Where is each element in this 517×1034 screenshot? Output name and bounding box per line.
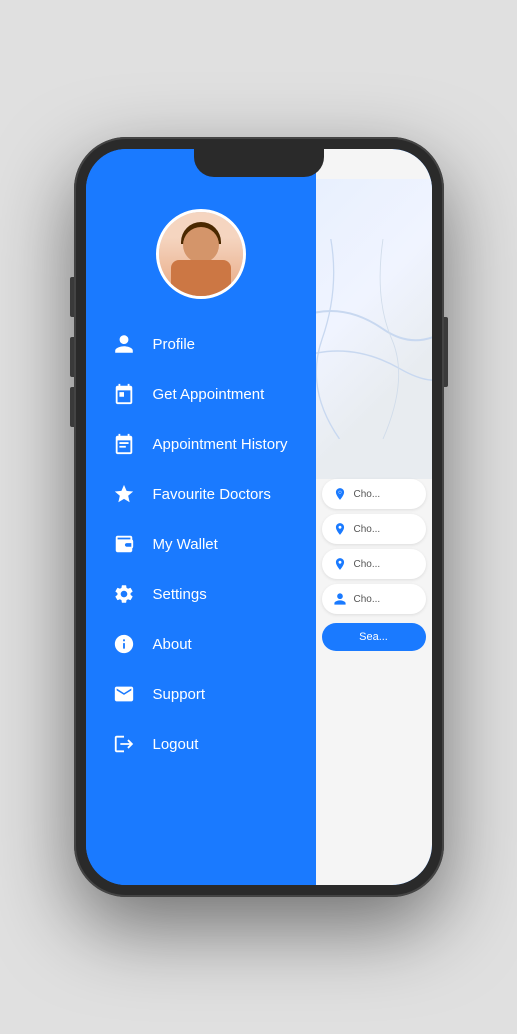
menu-label-settings: Settings: [153, 586, 207, 603]
menu-label-appointment-history: Appointment History: [153, 436, 288, 453]
menu-label-logout: Logout: [153, 736, 199, 753]
menu-item-about[interactable]: About: [96, 619, 306, 669]
search-button[interactable]: Sea...: [322, 623, 426, 651]
chip-choose-1[interactable]: Cho...: [322, 479, 426, 509]
chip-choose-2[interactable]: Cho...: [322, 514, 426, 544]
chip-text-3: Cho...: [354, 559, 381, 570]
menu-item-favourite-doctors[interactable]: Favourite Doctors: [96, 469, 306, 519]
drawer-menu: Profile Get Appointment Appointment Hist…: [86, 149, 316, 885]
calendar-icon: [111, 381, 137, 407]
wallet-icon: [111, 531, 137, 557]
gear-icon: [111, 581, 137, 607]
menu-label-my-wallet: My Wallet: [153, 536, 218, 553]
logout-icon: [111, 731, 137, 757]
chip-choose-4[interactable]: Cho...: [322, 584, 426, 614]
calendar-history-icon: [111, 431, 137, 457]
menu-label-about: About: [153, 636, 192, 653]
person-icon: [111, 331, 137, 357]
chip-choose-3[interactable]: Cho...: [322, 549, 426, 579]
menu-item-profile[interactable]: Profile: [96, 319, 306, 369]
location-icon-2: [332, 557, 348, 571]
menu-label-support: Support: [153, 686, 206, 703]
phone-frame: Profile Get Appointment Appointment Hist…: [74, 137, 444, 897]
search-panel: Cho... Cho... Cho...: [316, 199, 432, 885]
chip-text-1: Cho...: [354, 489, 381, 500]
info-icon: [111, 631, 137, 657]
location-icon-1: [332, 522, 348, 536]
avatar-container: [86, 209, 316, 299]
menu-label-profile: Profile: [153, 336, 196, 353]
person-medical-icon: [332, 592, 348, 606]
phone-notch: [194, 149, 324, 177]
menu-item-settings[interactable]: Settings: [96, 569, 306, 619]
menu-item-logout[interactable]: Logout: [96, 719, 306, 769]
star-icon: [111, 481, 137, 507]
chip-text-4: Cho...: [354, 594, 381, 605]
envelope-icon: [111, 681, 137, 707]
chip-text-2: Cho...: [354, 524, 381, 535]
menu-item-get-appointment[interactable]: Get Appointment: [96, 369, 306, 419]
user-avatar: [156, 209, 246, 299]
menu-item-support[interactable]: Support: [96, 669, 306, 719]
menu-list: Profile Get Appointment Appointment Hist…: [86, 319, 316, 769]
menu-label-favourite-doctors: Favourite Doctors: [153, 486, 271, 503]
menu-label-get-appointment: Get Appointment: [153, 386, 265, 403]
menu-item-appointment-history[interactable]: Appointment History: [96, 419, 306, 469]
content-panel: Carrier ∿ ≡ Cho... Cho...: [316, 149, 432, 885]
person-pin-icon: [332, 487, 348, 501]
menu-item-my-wallet[interactable]: My Wallet: [96, 519, 306, 569]
phone-screen: Profile Get Appointment Appointment Hist…: [86, 149, 432, 885]
